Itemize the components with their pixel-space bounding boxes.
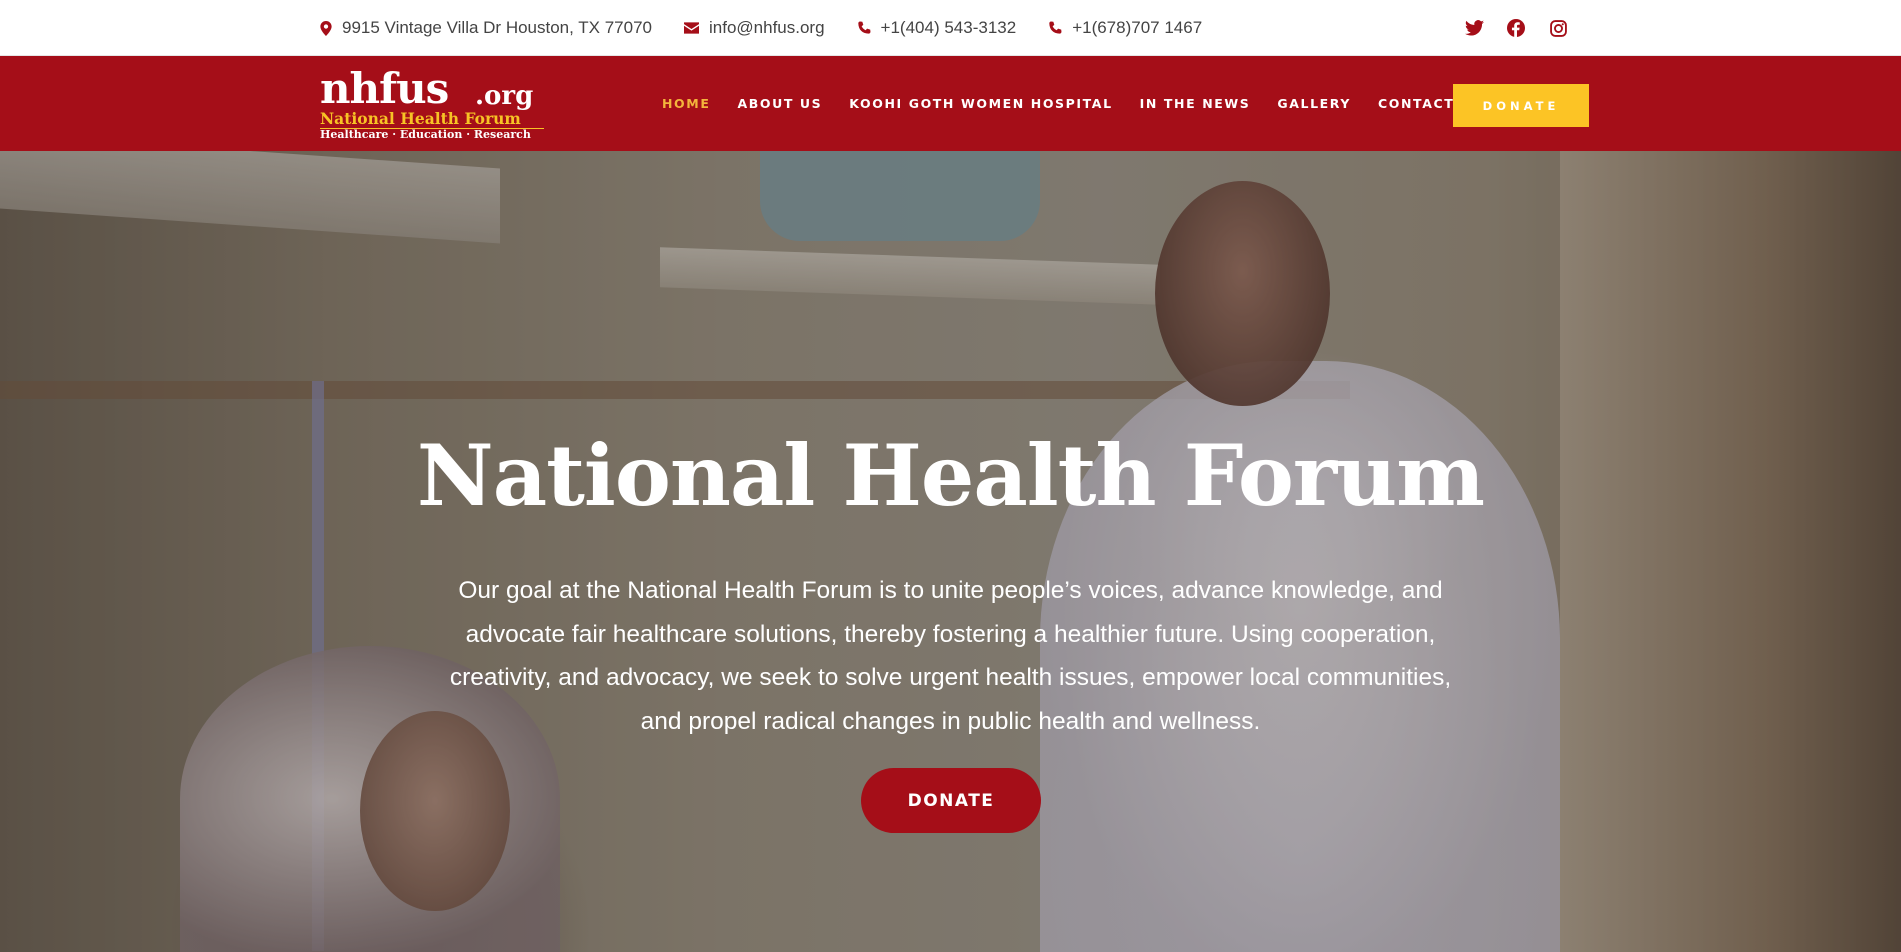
phone-link-2[interactable]: +1(678)707 1467 [1072, 18, 1202, 38]
phone-icon [1049, 21, 1062, 34]
nav-in-the-news[interactable]: IN THE NEWS [1140, 96, 1251, 111]
address-text: 9915 Vintage Villa Dr Houston, TX 77070 [342, 18, 652, 37]
facebook-icon[interactable] [1506, 18, 1526, 38]
logo-subline: Healthcare · Education · Research [320, 128, 531, 141]
logo-wordmark: nhfus [320, 64, 449, 113]
donate-button-hero[interactable]: DONATE [861, 768, 1041, 833]
logo-org: .org [475, 81, 534, 111]
envelope-icon [684, 22, 699, 34]
nav-about-us[interactable]: ABOUT US [737, 96, 822, 111]
phone-link-1[interactable]: +1(404) 543-3132 [881, 18, 1017, 38]
social-links [1464, 18, 1582, 38]
nav-koohi-goth-women-hospital[interactable]: KOOHI GOTH WOMEN HOSPITAL [849, 96, 1112, 111]
phone-item-1[interactable]: +1(404) 543-3132 [857, 18, 1017, 38]
nav-home[interactable]: HOME [662, 96, 710, 111]
map-pin-icon [320, 20, 332, 36]
hero-section: National Health Forum Our goal at the Na… [0, 151, 1901, 952]
phone-item-2[interactable]: +1(678)707 1467 [1048, 18, 1202, 38]
primary-nav: HOME ABOUT US KOOHI GOTH WOMEN HOSPITAL … [662, 56, 1481, 151]
donate-button-header[interactable]: DONATE [1453, 84, 1589, 127]
instagram-icon[interactable] [1548, 18, 1568, 38]
top-contact-bar: 9915 Vintage Villa Dr Houston, TX 77070 … [0, 0, 1901, 56]
nav-gallery[interactable]: GALLERY [1277, 96, 1351, 111]
phone-icon [857, 21, 871, 34]
logo-tagline: National Health Forum [320, 110, 544, 129]
email-item[interactable]: info@nhfus.org [684, 18, 825, 38]
hero-title: National Health Forum [416, 426, 1485, 525]
address-item: 9915 Vintage Villa Dr Houston, TX 77070 [320, 18, 652, 38]
email-link[interactable]: info@nhfus.org [709, 18, 825, 38]
twitter-icon[interactable] [1464, 18, 1484, 38]
nav-contact[interactable]: CONTACT [1378, 96, 1454, 111]
main-navbar: nhfus .org National Health Forum Healthc… [0, 56, 1901, 151]
site-logo[interactable]: nhfus .org National Health Forum Healthc… [320, 64, 546, 142]
hero-description: Our goal at the National Health Forum is… [449, 577, 1452, 735]
